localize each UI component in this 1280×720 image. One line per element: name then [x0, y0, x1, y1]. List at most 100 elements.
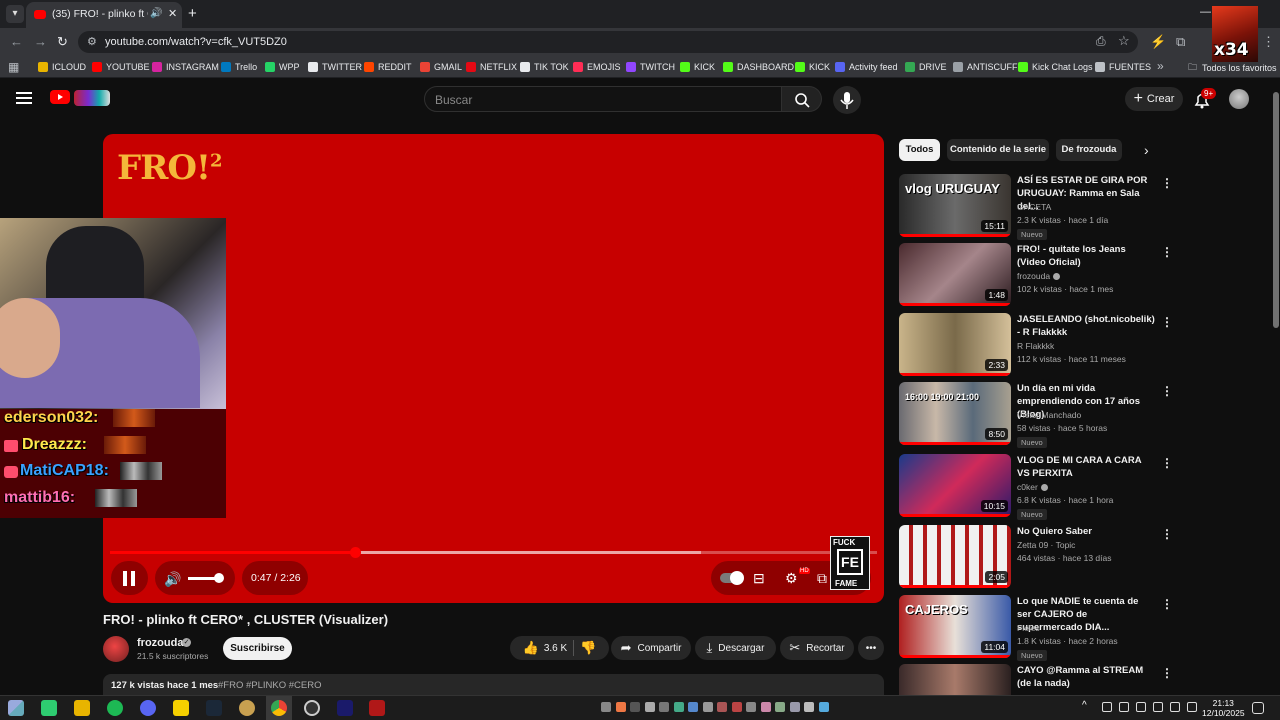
- more-options-icon[interactable]: ⋮: [1161, 384, 1173, 398]
- tray-app-icon[interactable]: [731, 702, 742, 712]
- tray-app-icon[interactable]: [804, 702, 814, 712]
- search-button[interactable]: [782, 86, 822, 112]
- bookmark-star-icon[interactable]: ☆: [1118, 33, 1130, 49]
- youtube-logo-icon[interactable]: [50, 90, 70, 104]
- kick-app-icon[interactable]: [41, 700, 57, 716]
- bookmark-item[interactable]: NETFLIX: [466, 60, 517, 74]
- omnibox[interactable]: ⚙ youtube.com/watch?v=cfk_VUT5DZ0 ⎙ ☆: [78, 31, 1138, 53]
- settings-gear-icon[interactable]: ⚙: [785, 570, 798, 587]
- tab-search-button[interactable]: ▾: [6, 5, 24, 23]
- more-bookmarks-icon[interactable]: »: [1157, 59, 1164, 73]
- bookmark-item[interactable]: ICLOUD: [38, 60, 86, 74]
- install-app-icon[interactable]: ⎙: [1096, 34, 1106, 49]
- bookmark-item[interactable]: TWITTER: [308, 60, 362, 74]
- recommendation-channel[interactable]: R Flakkkk: [1017, 341, 1054, 351]
- spotify-icon[interactable]: [107, 700, 123, 716]
- download-button[interactable]: ⤓ Descargar: [695, 636, 776, 660]
- discord-icon[interactable]: [140, 700, 156, 716]
- bookmark-item[interactable]: INSTAGRAM: [152, 60, 219, 74]
- recommendation-item[interactable]: 1:48 FRO! - quitate los Jeans (Video Ofic…: [899, 243, 1175, 309]
- bookmark-item[interactable]: DASHBOARD: [723, 60, 794, 74]
- recommendation-title[interactable]: CAYO @Ramma al STREAM (de la nada): [1017, 664, 1155, 690]
- tray-app-icon[interactable]: [702, 702, 713, 712]
- bookmark-item[interactable]: Activity feed: [835, 60, 898, 74]
- game-icon[interactable]: [369, 700, 385, 716]
- voice-search-button[interactable]: [833, 86, 861, 114]
- chip-all[interactable]: Todos: [899, 139, 940, 161]
- more-actions-button[interactable]: •••: [858, 636, 884, 660]
- recommendation-title[interactable]: JASELEANDO (shot.nicobelik) - R Flakkkk: [1017, 313, 1155, 339]
- more-options-icon[interactable]: ⋮: [1161, 527, 1173, 541]
- url-text[interactable]: youtube.com/watch?v=cfk_VUT5DZ0: [105, 36, 287, 48]
- bookmark-item[interactable]: YOUTUBE: [92, 60, 150, 74]
- video-thumbnail[interactable]: CAJEROS 11:04: [899, 595, 1011, 658]
- system-tray-icon[interactable]: [1102, 702, 1112, 712]
- volume-icon[interactable]: 🔊: [164, 571, 181, 588]
- video-thumbnail[interactable]: 2:33: [899, 313, 1011, 376]
- clip-button[interactable]: ✂ Recortar: [780, 636, 854, 660]
- file-explorer-icon[interactable]: [74, 700, 90, 716]
- hashtags[interactable]: #FRO #PLINKO #CERO: [218, 680, 321, 691]
- tray-app-icon[interactable]: [630, 702, 640, 712]
- notifications-icon[interactable]: [1252, 702, 1264, 714]
- chevron-right-icon[interactable]: ›: [1144, 142, 1149, 158]
- extensions-puzzle-icon[interactable]: ⧉: [1176, 34, 1185, 50]
- bookmark-item[interactable]: FUENTES: [1095, 60, 1151, 74]
- channel-name[interactable]: frozouda: [137, 637, 183, 649]
- system-tray-icon[interactable]: [1136, 702, 1146, 712]
- subtitles-icon[interactable]: ⊟: [753, 570, 765, 587]
- bookmark-item[interactable]: KICK: [795, 60, 830, 74]
- tray-app-icon[interactable]: [644, 702, 655, 712]
- all-bookmarks-folder[interactable]: 🗀 Todos los favoritos: [1188, 60, 1277, 76]
- thumbs-down-icon[interactable]: 👎: [580, 640, 596, 656]
- bookmark-item[interactable]: DRIVE: [905, 60, 947, 74]
- bookmark-item[interactable]: Trello: [221, 60, 257, 74]
- recommendation-item[interactable]: 16:00 19:00 21:00 8:50 Un día en mi vida e…: [899, 382, 1175, 448]
- start-icon[interactable]: [8, 700, 24, 716]
- tray-app-icon[interactable]: [818, 702, 829, 712]
- obs-icon[interactable]: [304, 700, 320, 716]
- notes-app-icon[interactable]: [173, 700, 189, 716]
- channel-avatar[interactable]: [103, 636, 129, 662]
- tray-app-icon[interactable]: [601, 702, 611, 712]
- subscribe-button[interactable]: Suscribirse: [223, 637, 292, 660]
- tray-app-icon[interactable]: [746, 702, 756, 712]
- autoplay-toggle[interactable]: [720, 571, 744, 585]
- recommendation-title[interactable]: VLOG DE MI CARA A CARA VS PERXITA: [1017, 454, 1155, 480]
- system-tray-icon[interactable]: [1187, 702, 1197, 712]
- browser-menu-icon[interactable]: ⋮: [1262, 34, 1275, 50]
- system-tray-icon[interactable]: [1119, 702, 1129, 712]
- system-tray-icon[interactable]: [1170, 702, 1180, 712]
- app-icon[interactable]: [239, 700, 255, 716]
- bookmark-item[interactable]: EMOJIS: [573, 60, 621, 74]
- site-info-icon[interactable]: ⚙: [87, 35, 97, 48]
- recommendation-channel[interactable]: Fieles: [1017, 623, 1040, 633]
- account-avatar[interactable]: [1229, 89, 1249, 109]
- recommendation-item[interactable]: vlog URUGUAY 15:11 ASÍ ES ESTAR DE GIRA PO…: [899, 174, 1175, 240]
- reload-icon[interactable]: ↻: [57, 34, 68, 50]
- system-clock[interactable]: 21:13 12/10/2025: [1202, 698, 1245, 718]
- tray-app-icon[interactable]: [789, 702, 800, 712]
- recommendation-title[interactable]: FRO! - quitate los Jeans (Video Oficial): [1017, 243, 1155, 269]
- tab-close-icon[interactable]: ✕: [168, 7, 177, 20]
- chip-series[interactable]: Contenido de la serie: [947, 139, 1049, 161]
- tray-app-icon[interactable]: [615, 702, 626, 712]
- tray-app-icon[interactable]: [760, 702, 771, 712]
- video-thumbnail[interactable]: vlog URUGUAY 15:11: [899, 174, 1011, 237]
- tray-chevron-icon[interactable]: ^: [1082, 700, 1092, 716]
- video-thumbnail[interactable]: 2:05: [899, 525, 1011, 588]
- search-input[interactable]: Buscar: [424, 86, 782, 112]
- miniplayer-icon[interactable]: ⧉: [817, 570, 827, 587]
- bookmark-item[interactable]: REDDIT: [364, 60, 412, 74]
- pause-button[interactable]: [113, 562, 145, 594]
- recommendation-title[interactable]: No Quiero Saber: [1017, 525, 1155, 538]
- recommendation-channel[interactable]: frozouda: [1017, 271, 1061, 281]
- browser-tab[interactable]: (35) FRO! - plinko ft CERO* 🔊 ✕: [26, 2, 182, 28]
- recommendation-channel[interactable]: c0ker: [1017, 482, 1048, 492]
- tab-audio-icon[interactable]: 🔊: [150, 8, 162, 19]
- volume-handle[interactable]: [214, 573, 224, 583]
- scrollbar-thumb[interactable]: [1273, 92, 1279, 328]
- forward-icon[interactable]: →: [34, 34, 47, 49]
- bookmark-item[interactable]: ANTISCUFF: [953, 60, 1018, 74]
- minimize-button[interactable]: —: [1200, 6, 1211, 18]
